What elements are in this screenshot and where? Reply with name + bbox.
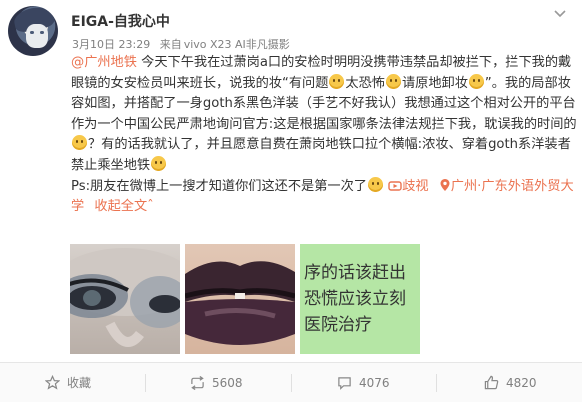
post-text: @广州地铁 今天下午我在过萧岗a口的安检时明明没携带违禁品却被拦下，拦下我的戴眼…: [71, 53, 577, 218]
like-count: 4820: [506, 375, 537, 390]
chevron-down-icon[interactable]: [552, 8, 568, 20]
mention-link[interactable]: @广州地铁: [71, 55, 137, 70]
emoji-face-icon: [468, 73, 484, 89]
comment-icon: [338, 376, 351, 390]
thumbs-up-icon: [484, 375, 499, 390]
action-bar: 收藏 5608 4076 4820: [0, 362, 582, 402]
post-date[interactable]: 3月10日 23:29: [72, 38, 150, 51]
post-text-part: ？有的话我就认了，并且愿意自费在萧岗地铁口拉个横幅:浓妆、穿着goth系洋装者禁…: [71, 137, 571, 173]
username-link[interactable]: EIGA-自我心中: [71, 11, 170, 31]
like-button[interactable]: 4820: [484, 363, 537, 402]
eye-makeup-photo[interactable]: [70, 244, 180, 354]
favorite-button[interactable]: 收藏: [45, 363, 91, 402]
emoji-face-icon: [72, 135, 87, 151]
post-source[interactable]: vivo X23 AI非凡摄影: [184, 38, 290, 51]
collapse-arrow: ˆ: [147, 199, 154, 215]
emoji-face-icon: [367, 176, 383, 192]
emoji-face-icon: [151, 155, 167, 171]
repost-button[interactable]: 5608: [190, 363, 243, 402]
collapse-text-link[interactable]: 收起全文ˆ: [94, 199, 153, 214]
post-text-part: 请原地卸妆: [401, 75, 468, 91]
post-meta: 3月10日 23:29 来自 vivo X23 AI非凡摄影: [72, 36, 296, 52]
source-prefix: 来自: [159, 38, 182, 51]
weibo-post-card: EIGA-自我心中 3月10日 23:29 来自 vivo X23 AI非凡摄影 …: [0, 0, 582, 402]
video-icon[interactable]: [388, 180, 402, 192]
location-pin-icon: [440, 178, 450, 191]
repost-count: 5608: [212, 375, 243, 390]
post-text-part: Ps:朋友在微博上一搜才知道你们这还不是第一次了: [71, 178, 367, 194]
emoji-face-icon: [329, 73, 345, 89]
favorite-label: 收藏: [67, 376, 92, 390]
video-link[interactable]: 歧视: [402, 179, 428, 194]
repost-icon: [191, 375, 204, 390]
collapse-label: 收起全文: [94, 199, 148, 215]
avatar[interactable]: [8, 6, 58, 56]
screenshot-text-photo[interactable]: 序的话该赶出 恐慌应该立刻 医院治疗: [300, 244, 420, 354]
emoji-face-icon: [385, 73, 401, 89]
star-icon: [45, 375, 60, 390]
comment-button[interactable]: 4076: [337, 363, 390, 402]
post-text-part: 太恐怖: [345, 75, 385, 91]
lip-makeup-photo[interactable]: [185, 244, 295, 354]
image-caption-text: 序的话该赶出 恐慌应该立刻 医院治疗: [304, 263, 406, 335]
comment-count: 4076: [359, 375, 390, 390]
